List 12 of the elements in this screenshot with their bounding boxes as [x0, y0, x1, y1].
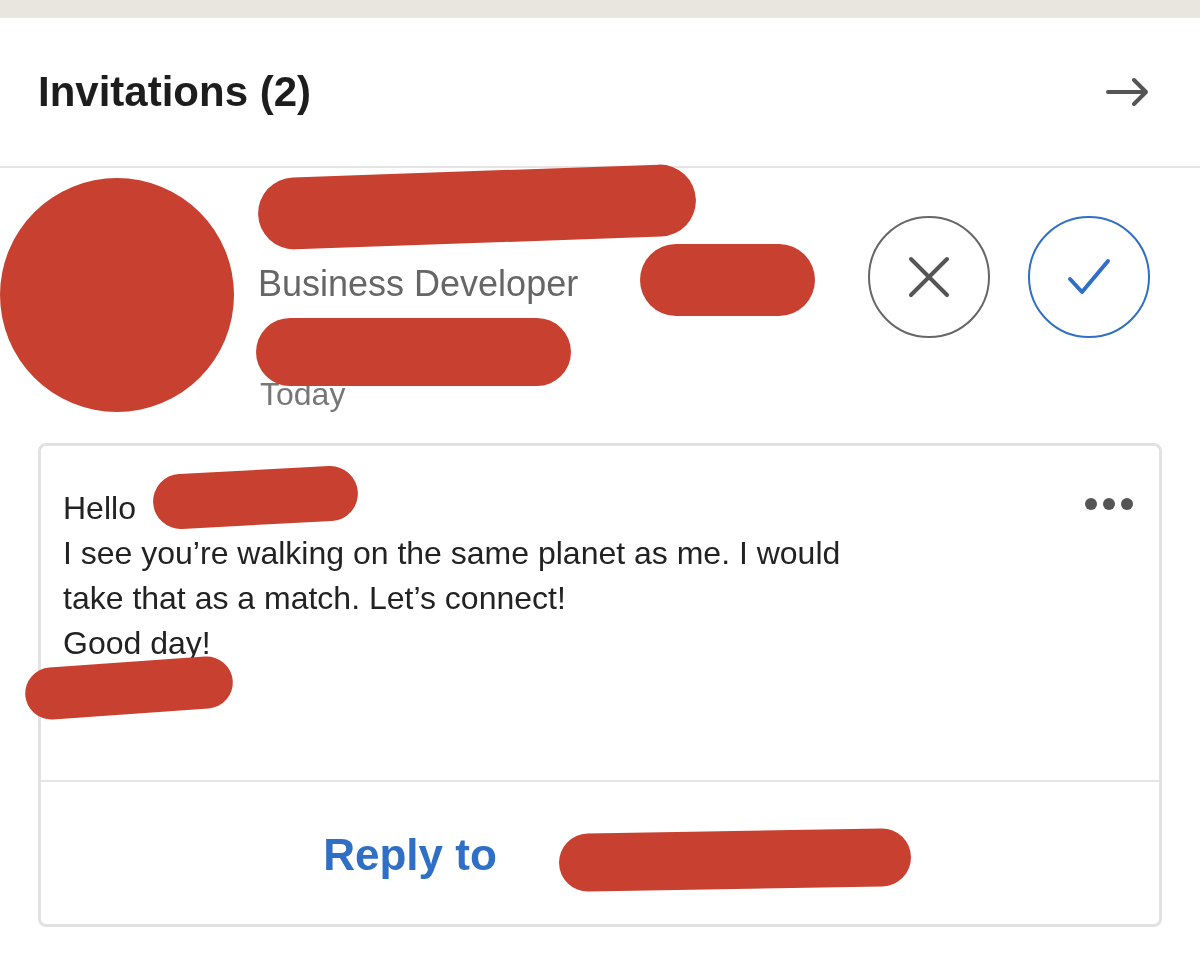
arrow-right-icon[interactable]	[1106, 77, 1150, 107]
checkmark-icon	[1067, 257, 1111, 297]
more-options-icon[interactable]	[1085, 498, 1133, 510]
message-line: take that as a match. Let’s connect!	[63, 579, 566, 618]
close-icon	[907, 255, 951, 299]
headline-text: Business Developer	[258, 263, 579, 305]
message-line: I see you’re walking on the same planet as me. I would	[63, 534, 841, 573]
message-line: Good day!	[63, 624, 211, 663]
section-title: Invitations (2)	[38, 68, 312, 116]
greeting-text: Hello	[63, 489, 136, 528]
reply-button[interactable]: Reply to	[323, 829, 497, 880]
timestamp: Today	[260, 376, 346, 413]
